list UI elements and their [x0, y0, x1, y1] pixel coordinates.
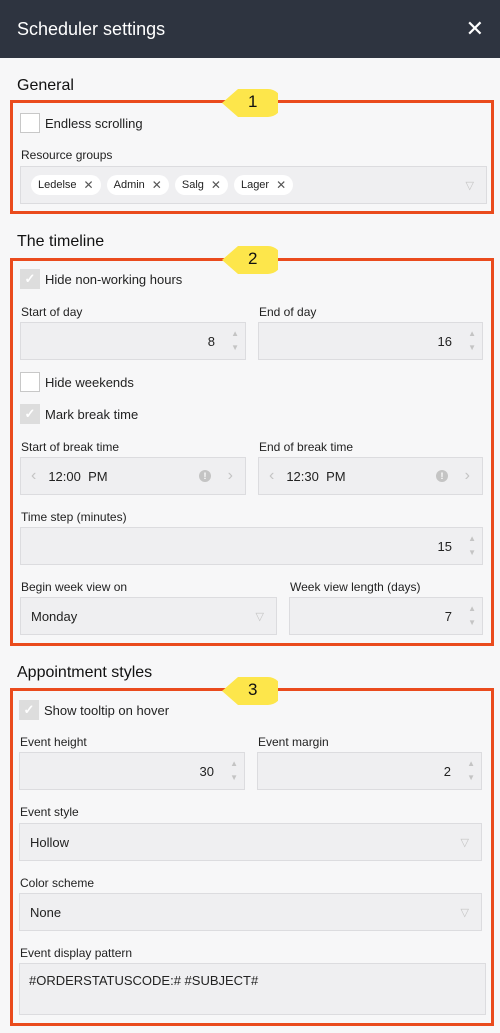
resource-groups-input[interactable]: Ledelse ✕ Admin ✕ Salg ✕ Lager ✕ ▽ — [20, 166, 487, 204]
display-pattern-textarea[interactable]: #ORDERSTATUSCODE:# #SUBJECT# — [19, 963, 486, 1015]
end-break-value: 12:30 PM — [286, 468, 346, 484]
hide-nonworking-row[interactable]: ✓ Hide non-working hours — [20, 269, 182, 289]
tag-ledelse: Ledelse ✕ — [31, 175, 101, 195]
endless-scrolling-checkbox[interactable] — [20, 113, 40, 133]
end-of-day-value: 16 — [437, 333, 452, 349]
begin-week-label: Begin week view on — [21, 580, 128, 594]
resource-groups-label: Resource groups — [21, 148, 113, 162]
section-title-general: General — [17, 77, 74, 94]
hide-weekends-checkbox[interactable] — [20, 372, 40, 392]
start-of-day-label: Start of day — [21, 305, 83, 319]
chevron-left-icon[interactable]: ‹ — [31, 467, 36, 485]
hide-weekends-label: Hide weekends — [45, 374, 134, 390]
chevron-down-icon[interactable]: ▽ — [256, 610, 264, 623]
tag-admin: Admin ✕ — [106, 175, 169, 195]
show-tooltip-label: Show tooltip on hover — [44, 702, 170, 718]
tag-salg: Salg ✕ — [174, 175, 228, 195]
chevron-down-icon[interactable]: ▽ — [466, 179, 474, 192]
spinner-icon[interactable]: ▲ ▼ — [468, 535, 476, 557]
callout-badge-1: 1 — [220, 85, 278, 121]
start-of-day-value: 8 — [207, 333, 215, 349]
begin-week-select[interactable]: Monday ▽ — [20, 597, 277, 635]
display-pattern-label: Event display pattern — [20, 946, 133, 960]
end-of-day-label: End of day — [259, 305, 317, 319]
clock-icon[interactable]: ! — [199, 470, 211, 482]
color-scheme-label: Color scheme — [20, 876, 95, 890]
start-break-input[interactable]: ‹ 12:00 PM ! › — [20, 457, 246, 495]
chevron-down-icon[interactable]: ▽ — [461, 906, 469, 919]
mark-break-label: Mark break time — [45, 406, 139, 422]
time-step-value: 15 — [437, 538, 452, 554]
remove-tag-icon[interactable]: ✕ — [211, 178, 221, 192]
week-length-input[interactable]: 7 ▲ ▼ — [289, 597, 483, 635]
dialog-title: Scheduler settings — [17, 18, 166, 39]
section-title-timeline: The timeline — [17, 233, 105, 250]
week-length-label: Week view length (days) — [290, 580, 421, 594]
time-step-input[interactable]: 15 ▲ ▼ — [20, 527, 483, 565]
chevron-right-icon[interactable]: › — [465, 467, 470, 485]
endless-scrolling-label: Endless scrolling — [45, 115, 143, 131]
end-break-input[interactable]: ‹ 12:30 PM ! › — [258, 457, 483, 495]
dialog-header: Scheduler settings ✕ — [0, 0, 500, 58]
chevron-down-icon[interactable]: ▽ — [461, 836, 469, 849]
callout-badge-3: 3 — [220, 673, 278, 709]
tag-lager: Lager ✕ — [233, 175, 294, 195]
spinner-icon[interactable]: ▲ ▼ — [230, 760, 238, 782]
mark-break-row[interactable]: ✓ Mark break time — [20, 404, 138, 424]
start-break-value: 12:00 PM — [48, 468, 108, 484]
spinner-icon[interactable]: ▲ ▼ — [468, 605, 476, 627]
event-margin-input[interactable]: 2 ▲ ▼ — [257, 752, 482, 790]
event-margin-label: Event margin — [258, 735, 329, 749]
display-pattern-value: #ORDERSTATUSCODE:# #SUBJECT# — [29, 973, 259, 988]
remove-tag-icon[interactable]: ✕ — [152, 178, 162, 192]
begin-week-value: Monday — [31, 608, 78, 624]
chevron-right-icon[interactable]: › — [228, 467, 233, 485]
callout-badge-2: 2 — [220, 242, 278, 278]
remove-tag-icon[interactable]: ✕ — [276, 178, 286, 192]
hide-nonworking-checkbox[interactable]: ✓ — [20, 269, 40, 289]
end-break-label: End of break time — [259, 440, 354, 454]
end-of-day-input[interactable]: 16 ▲ ▼ — [258, 322, 483, 360]
week-length-value: 7 — [444, 608, 452, 624]
hide-weekends-row[interactable]: Hide weekends — [20, 372, 134, 392]
spinner-icon[interactable]: ▲ ▼ — [468, 330, 476, 352]
time-step-label: Time step (minutes) — [21, 510, 127, 524]
show-tooltip-row[interactable]: ✓ Show tooltip on hover — [19, 700, 169, 720]
clock-icon[interactable]: ! — [436, 470, 448, 482]
spinner-icon[interactable]: ▲ ▼ — [467, 760, 475, 782]
event-height-value: 30 — [199, 763, 214, 779]
chevron-left-icon[interactable]: ‹ — [269, 467, 274, 485]
event-height-input[interactable]: 30 ▲ ▼ — [19, 752, 245, 790]
section-title-appointment: Appointment styles — [17, 664, 153, 681]
color-scheme-value: None — [30, 904, 62, 920]
spinner-icon[interactable]: ▲ ▼ — [231, 330, 239, 352]
start-break-label: Start of break time — [21, 440, 120, 454]
remove-tag-icon[interactable]: ✕ — [84, 178, 94, 192]
close-icon[interactable]: ✕ — [466, 18, 484, 40]
start-of-day-input[interactable]: 8 ▲ ▼ — [20, 322, 246, 360]
event-style-label: Event style — [20, 805, 79, 819]
endless-scrolling-row[interactable]: Endless scrolling — [20, 113, 143, 133]
event-style-select[interactable]: Hollow ▽ — [19, 823, 482, 861]
show-tooltip-checkbox[interactable]: ✓ — [19, 700, 39, 720]
event-margin-value: 2 — [443, 763, 451, 779]
event-style-value: Hollow — [30, 834, 70, 850]
mark-break-checkbox[interactable]: ✓ — [20, 404, 40, 424]
hide-nonworking-label: Hide non-working hours — [45, 271, 183, 287]
color-scheme-select[interactable]: None ▽ — [19, 893, 482, 931]
event-height-label: Event height — [20, 735, 87, 749]
